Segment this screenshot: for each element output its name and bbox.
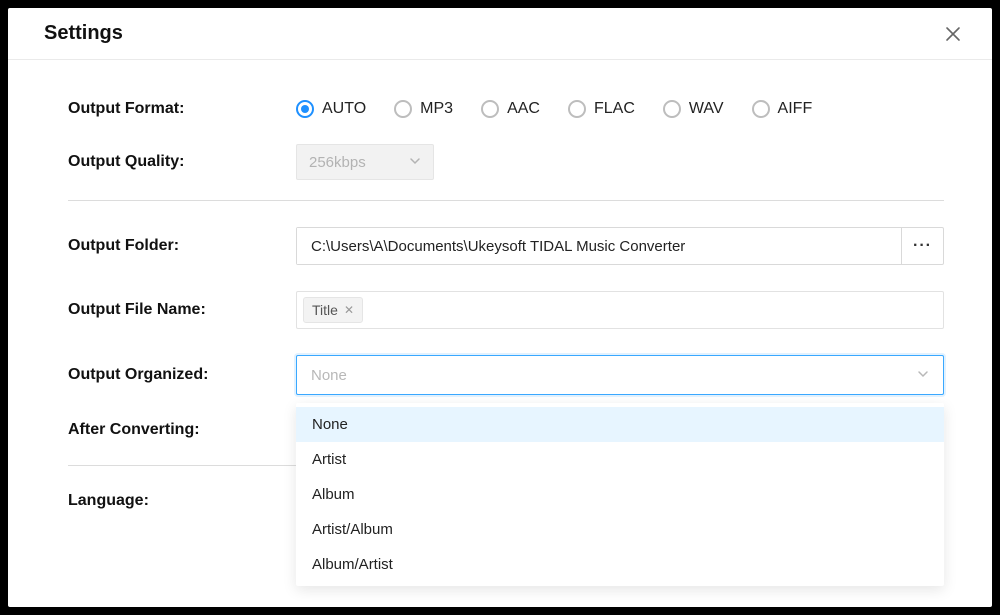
filename-tag[interactable]: Title ✕: [303, 297, 363, 323]
format-radio-aac[interactable]: AAC: [481, 100, 540, 118]
radio-label: FLAC: [594, 100, 635, 118]
label-output-quality: Output Quality:: [68, 153, 296, 171]
format-radio-group: AUTO MP3 AAC FLAC WAV AIFF: [296, 100, 944, 118]
quality-select[interactable]: 256kbps: [296, 144, 434, 180]
modal-title: Settings: [44, 22, 123, 45]
radio-label: AAC: [507, 100, 540, 118]
radio-icon: [394, 100, 412, 118]
organized-option[interactable]: Artist: [296, 442, 944, 477]
row-output-format: Output Format: AUTO MP3 AAC FLAC WAV AIFF: [68, 100, 944, 118]
radio-icon: [481, 100, 499, 118]
radio-label: MP3: [420, 100, 453, 118]
label-output-filename: Output File Name:: [68, 301, 296, 319]
organized-option[interactable]: Artist/Album: [296, 512, 944, 547]
label-output-format: Output Format:: [68, 100, 296, 118]
settings-modal: Settings Output Format: AUTO MP3 AAC FLAC WA…: [8, 8, 992, 607]
divider: [68, 200, 944, 201]
organized-option[interactable]: None: [296, 407, 944, 442]
tag-remove-icon[interactable]: ✕: [344, 303, 354, 317]
row-output-filename: Output File Name: Title ✕: [68, 291, 944, 329]
organized-placeholder: None: [311, 367, 347, 384]
close-button[interactable]: [942, 23, 964, 45]
close-icon: [945, 26, 961, 42]
chevron-down-icon: [917, 367, 929, 384]
organized-option[interactable]: Album: [296, 477, 944, 512]
radio-label: AIFF: [778, 100, 813, 118]
radio-icon: [663, 100, 681, 118]
ellipsis-icon: ···: [913, 237, 932, 255]
radio-label: AUTO: [322, 100, 366, 118]
organized-option[interactable]: Album/Artist: [296, 547, 944, 582]
row-output-organized: Output Organized: None NoneArtistAlbumAr…: [68, 355, 944, 395]
radio-icon: [296, 100, 314, 118]
chevron-down-icon: [409, 154, 421, 171]
output-folder-input[interactable]: [297, 228, 901, 264]
row-output-quality: Output Quality: 256kbps: [68, 144, 944, 180]
quality-value: 256kbps: [309, 154, 366, 171]
radio-icon: [568, 100, 586, 118]
format-radio-wav[interactable]: WAV: [663, 100, 724, 118]
browse-folder-button[interactable]: ···: [901, 228, 943, 264]
organized-select[interactable]: None: [296, 355, 944, 395]
format-radio-mp3[interactable]: MP3: [394, 100, 453, 118]
label-language: Language:: [68, 492, 296, 510]
label-output-folder: Output Folder:: [68, 237, 296, 255]
modal-header: Settings: [8, 8, 992, 60]
row-output-folder: Output Folder: ···: [68, 227, 944, 265]
radio-icon: [752, 100, 770, 118]
organized-dropdown: None NoneArtistAlbumArtist/AlbumAlbum/Ar…: [296, 355, 944, 395]
label-after-converting: After Converting:: [68, 421, 296, 439]
folder-input-group: ···: [296, 227, 944, 265]
format-radio-aiff[interactable]: AIFF: [752, 100, 813, 118]
format-radio-auto[interactable]: AUTO: [296, 100, 366, 118]
label-output-organized: Output Organized:: [68, 366, 296, 384]
radio-dot: [301, 105, 309, 113]
filename-tagbox[interactable]: Title ✕: [296, 291, 944, 329]
tag-label: Title: [312, 302, 338, 318]
format-radio-flac[interactable]: FLAC: [568, 100, 635, 118]
radio-label: WAV: [689, 100, 724, 118]
modal-body: Output Format: AUTO MP3 AAC FLAC WAV AIFF Out…: [8, 60, 992, 510]
organized-dropdown-menu: NoneArtistAlbumArtist/AlbumAlbum/Artist: [296, 403, 944, 586]
